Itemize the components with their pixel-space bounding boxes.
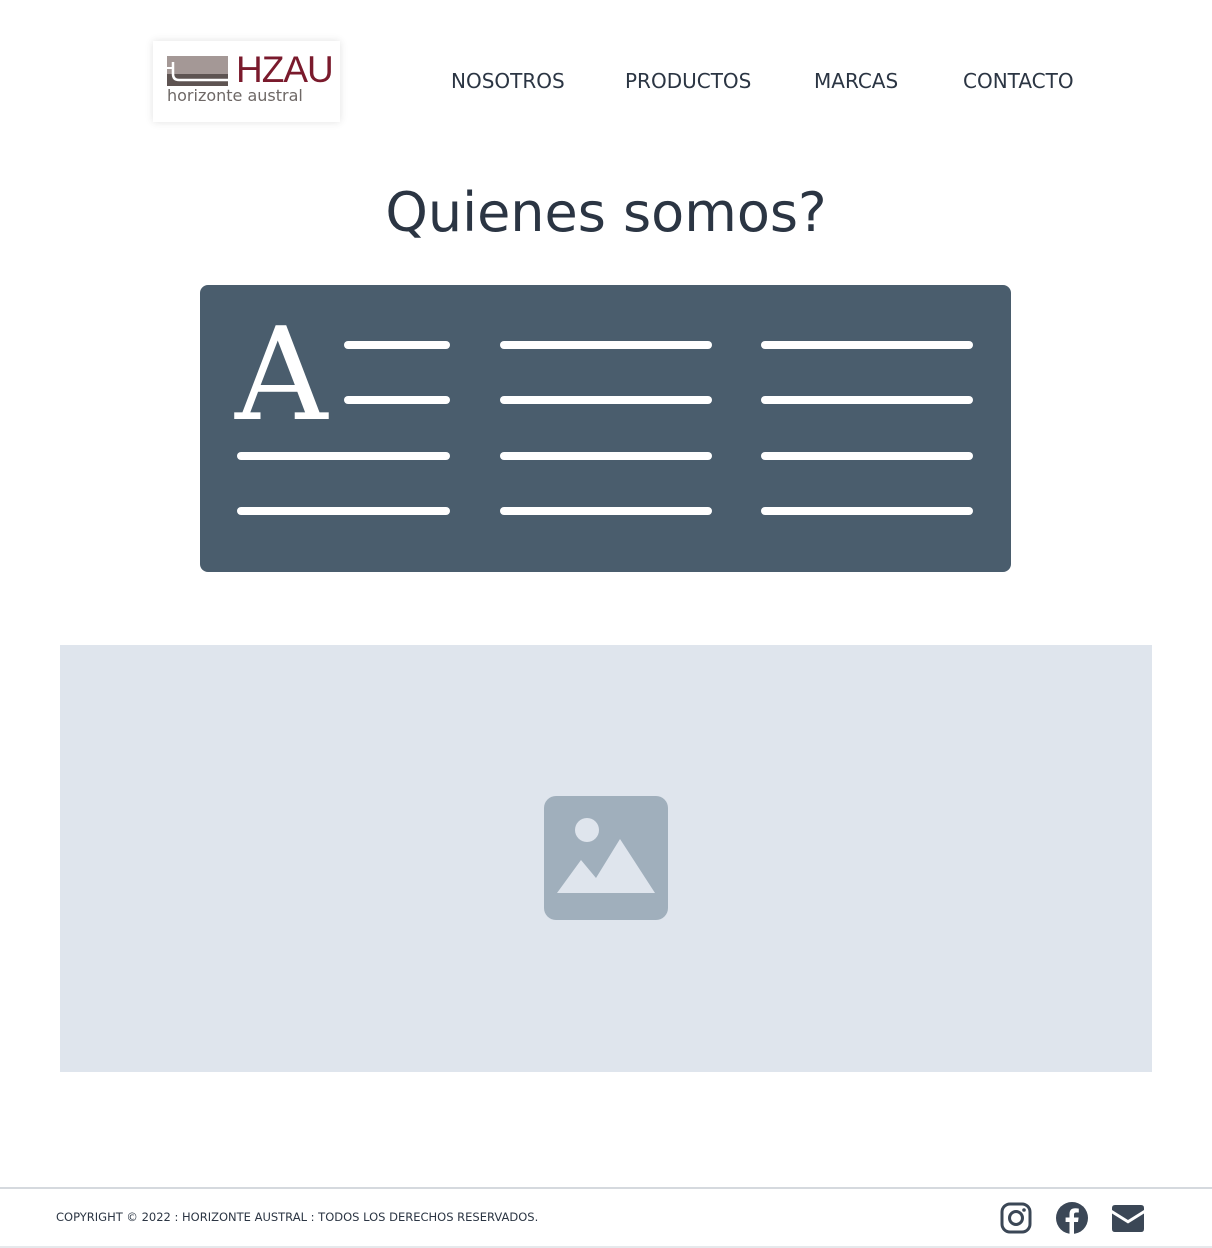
nav-marcas[interactable]: MARCAS [814,70,898,92]
image-placeholder [60,645,1152,1072]
facebook-icon[interactable] [1055,1201,1089,1235]
logo-subtitle: horizonte austral [167,86,303,105]
nav-nosotros[interactable]: NOSOTROS [451,70,565,92]
nav-contacto[interactable]: CONTACTO [963,70,1074,92]
logo-mark-icon [167,56,228,86]
envelope-icon[interactable] [1111,1201,1145,1235]
svg-text:A: A [234,301,329,450]
nav-productos[interactable]: PRODUCTOS [625,70,751,92]
copyright-text: COPYRIGHT © 2022 : HORIZONTE AUSTRAL : T… [56,1210,539,1224]
text-block-illustration: A [200,285,1011,572]
logo[interactable]: HZAU horizonte austral [153,41,340,122]
logo-title: HZAU [236,49,334,90]
page-title: Quienes somos? [385,181,827,244]
footer-divider [0,1187,1212,1189]
instagram-icon[interactable] [1000,1201,1032,1235]
image-icon [544,796,668,920]
